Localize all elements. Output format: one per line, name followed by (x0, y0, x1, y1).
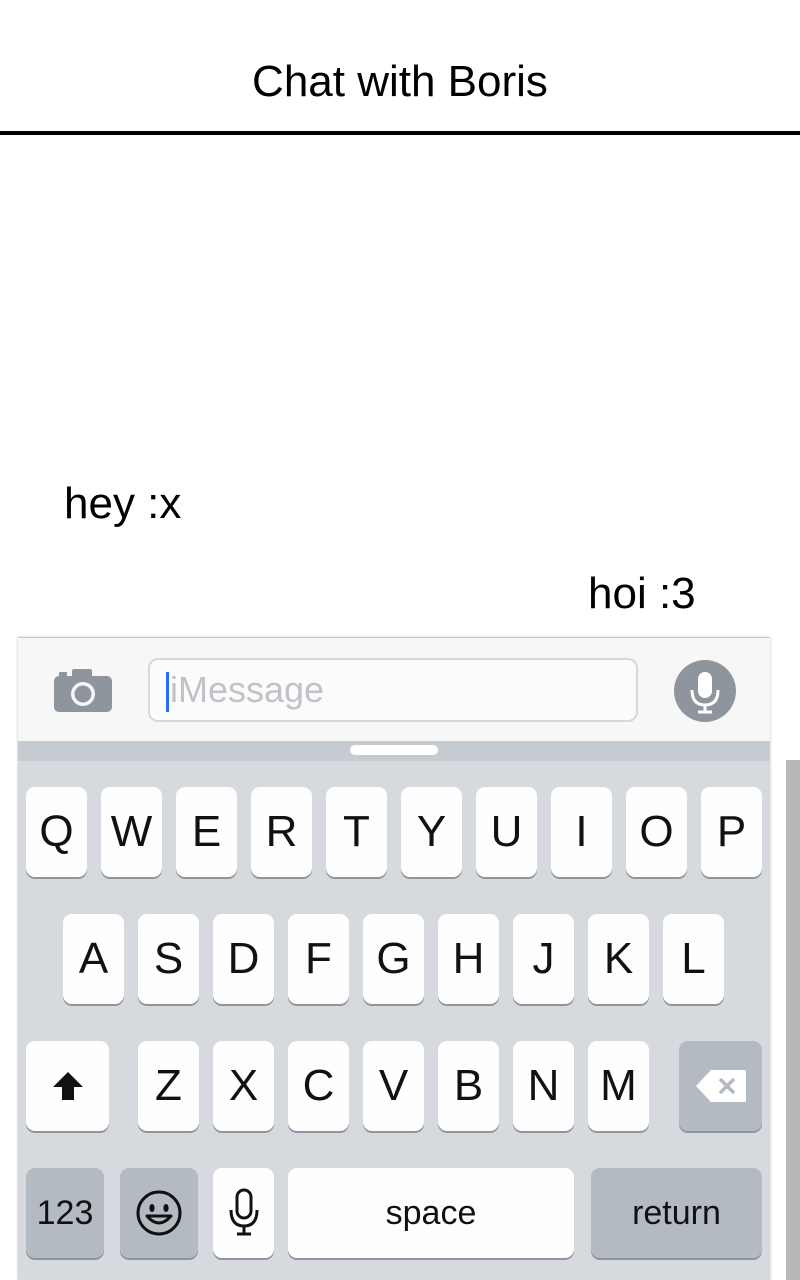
camera-icon (54, 669, 112, 712)
key-s[interactable]: S (138, 914, 199, 1004)
shift-arrow-icon (52, 1072, 83, 1100)
dictation-key[interactable] (213, 1168, 274, 1258)
composer-bar (18, 637, 770, 741)
text-cursor (166, 672, 169, 712)
keyboard-panel: Q W E R T Y U I O P A S D F G H J K L Z … (18, 637, 770, 1280)
key-y[interactable]: Y (401, 787, 462, 877)
key-z[interactable]: Z (138, 1041, 199, 1131)
key-v[interactable]: V (363, 1041, 424, 1131)
key-r[interactable]: R (251, 787, 312, 877)
return-key[interactable]: return (591, 1168, 762, 1258)
key-h[interactable]: H (438, 914, 499, 1004)
chat-header: Chat with Boris (0, 0, 800, 135)
key-l[interactable]: L (663, 914, 724, 1004)
key-f[interactable]: F (288, 914, 349, 1004)
key-o[interactable]: O (626, 787, 687, 877)
key-p[interactable]: P (701, 787, 762, 877)
key-a[interactable]: A (63, 914, 124, 1004)
message-input[interactable] (170, 668, 610, 712)
mic-button[interactable] (674, 660, 736, 722)
message-input-field[interactable] (148, 658, 638, 722)
delete-key[interactable] (679, 1041, 762, 1131)
key-t[interactable]: T (326, 787, 387, 877)
space-key[interactable]: space (288, 1168, 574, 1258)
key-q[interactable]: Q (26, 787, 87, 877)
key-i[interactable]: I (551, 787, 612, 877)
camera-button[interactable] (52, 666, 114, 714)
key-w[interactable]: W (101, 787, 162, 877)
key-e[interactable]: E (176, 787, 237, 877)
emoji-icon (136, 1190, 182, 1236)
key-n[interactable]: N (513, 1041, 574, 1131)
shift-key[interactable] (26, 1041, 109, 1131)
microphone-icon (690, 672, 720, 714)
message-outgoing: hoi :3 (588, 569, 696, 618)
microphone-icon (229, 1188, 258, 1236)
page-title: Chat with Boris (252, 57, 548, 106)
key-u[interactable]: U (476, 787, 537, 877)
key-b[interactable]: B (438, 1041, 499, 1131)
key-d[interactable]: D (213, 914, 274, 1004)
message-incoming: hey :x (64, 479, 182, 528)
key-c[interactable]: C (288, 1041, 349, 1131)
key-m[interactable]: M (588, 1041, 649, 1131)
key-j[interactable]: J (513, 914, 574, 1004)
side-shadow (786, 760, 800, 1280)
key-g[interactable]: G (363, 914, 424, 1004)
emoji-key[interactable] (120, 1168, 198, 1258)
drag-handle[interactable] (350, 745, 438, 755)
backspace-icon (695, 1070, 746, 1102)
numbers-key[interactable]: 123 (26, 1168, 104, 1258)
key-x[interactable]: X (213, 1041, 274, 1131)
key-k[interactable]: K (588, 914, 649, 1004)
